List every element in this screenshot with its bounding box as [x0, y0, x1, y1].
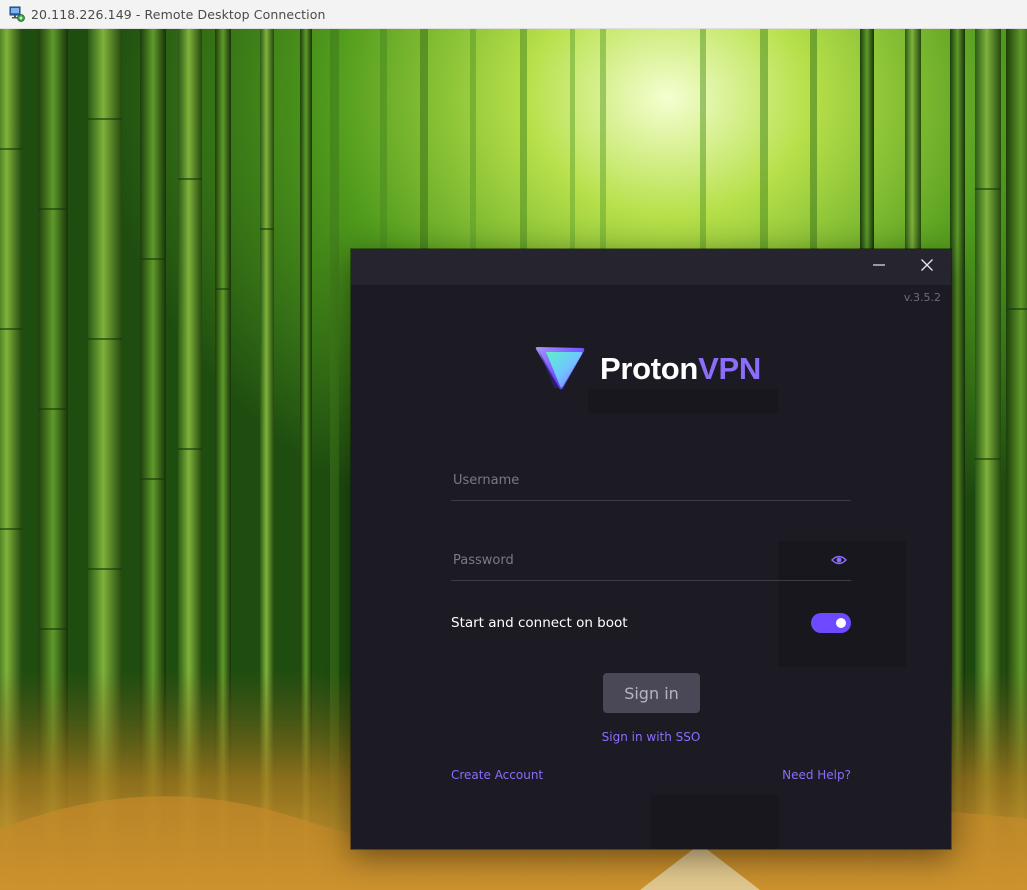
- password-field: [451, 541, 855, 581]
- close-icon: [920, 258, 934, 277]
- minimize-icon: [872, 258, 886, 277]
- screen: 20.118.226.149 - Remote Desktop Connecti…: [0, 0, 1027, 890]
- username-field: [451, 461, 855, 501]
- create-account-link[interactable]: Create Account: [451, 768, 543, 782]
- close-button[interactable]: [904, 249, 950, 285]
- password-input[interactable]: [451, 541, 855, 579]
- protonvpn-logo-icon: [535, 347, 585, 390]
- protonvpn-window: v.3.5.2 ProtonVPN Username Start and con…: [351, 249, 951, 849]
- sign-in-button[interactable]: Sign in: [603, 673, 700, 713]
- minimize-button[interactable]: [856, 249, 902, 285]
- toggle-knob: [836, 618, 846, 628]
- rdp-titlebar: 20.118.226.149 - Remote Desktop Connecti…: [0, 0, 1027, 29]
- render-artifact: [588, 389, 778, 413]
- window-titlebar[interactable]: [351, 249, 951, 285]
- logo-word-vpn: VPN: [698, 351, 761, 386]
- logo-wordmark: ProtonVPN: [600, 351, 761, 387]
- protonvpn-logo: ProtonVPN: [534, 346, 761, 392]
- rdp-window-title: 20.118.226.149 - Remote Desktop Connecti…: [31, 6, 326, 22]
- render-artifact: [651, 795, 779, 849]
- start-on-boot-row: Start and connect on boot: [451, 611, 851, 635]
- logo-word-proton: Proton: [600, 351, 699, 386]
- remote-desktop-icon: [9, 6, 25, 22]
- show-password-eye-icon[interactable]: [831, 553, 847, 567]
- app-version: v.3.5.2: [903, 291, 941, 304]
- need-help-link[interactable]: Need Help?: [782, 768, 851, 782]
- sign-in-with-sso-link[interactable]: Sign in with SSO: [351, 730, 951, 744]
- start-on-boot-toggle[interactable]: [811, 613, 851, 633]
- start-on-boot-label: Start and connect on boot: [451, 615, 628, 631]
- username-input[interactable]: [451, 461, 855, 499]
